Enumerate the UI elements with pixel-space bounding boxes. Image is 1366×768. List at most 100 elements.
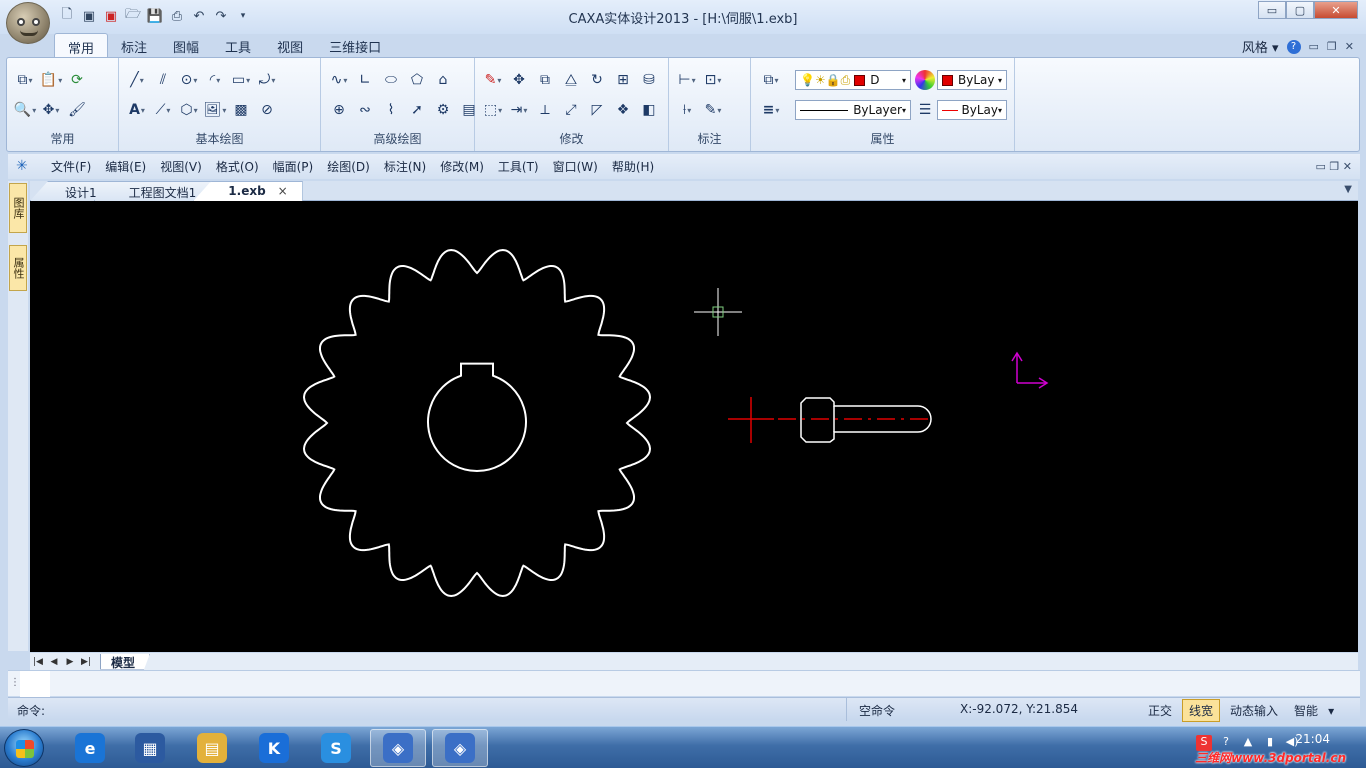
start-button[interactable] [4, 729, 44, 767]
copy-move-icon[interactable]: ⧉ [535, 70, 555, 90]
spline-icon[interactable]: ∿ [329, 70, 349, 90]
hatch-icon[interactable]: ▩ [231, 100, 251, 120]
ribbon-restore-icon[interactable]: ❐ [1327, 40, 1337, 53]
layer-manager-icon[interactable]: ⧉ [761, 70, 781, 90]
move-icon[interactable]: ✥ [509, 70, 529, 90]
polyline-icon[interactable]: ⤾ [257, 70, 277, 90]
mode-toggle-0[interactable]: 正交 [1142, 700, 1178, 721]
maximize-button[interactable]: ▢ [1286, 1, 1314, 19]
block-icon[interactable]: ⬡ [179, 100, 199, 120]
menu-item-3[interactable]: 格式(O) [209, 158, 266, 175]
help-icon[interactable]: ? [1286, 39, 1301, 54]
stretch-icon[interactable]: ⛁ [639, 70, 659, 90]
extend-icon[interactable]: ⇥ [509, 100, 529, 120]
doc-window-controls[interactable]: ▭ ❐ ✕ [1316, 160, 1352, 173]
ellipse-icon[interactable]: ⬭ [381, 70, 401, 90]
annotation-edit-icon[interactable]: ✎ [703, 100, 723, 120]
status-menu-icon[interactable]: ▾ [1328, 704, 1334, 718]
menu-item-9[interactable]: 窗口(W) [546, 158, 605, 175]
lineweight-icon[interactable]: ≡ [761, 100, 781, 120]
menu-item-0[interactable]: 文件(F) [44, 158, 98, 175]
taskbar-app-sogou[interactable]: S [308, 729, 364, 767]
next-sheet-icon[interactable]: ▶ [62, 657, 78, 667]
arc-icon[interactable]: ◜ [205, 70, 225, 90]
erase-icon[interactable]: ⊘ [257, 100, 277, 120]
tolerance-icon[interactable]: ⟊ [677, 100, 697, 120]
taskbar-app-media-player[interactable]: ▦ [122, 729, 178, 767]
datum-icon[interactable]: ⊡ [703, 70, 723, 90]
circle-icon[interactable]: ⊙ [179, 70, 199, 90]
copy-icon[interactable]: ⧉ [15, 70, 35, 90]
shape-icon[interactable]: ⌂ [433, 70, 453, 90]
ribbon-tab-4[interactable]: 视图 [264, 33, 316, 57]
menu-item-10[interactable]: 帮助(H) [605, 158, 661, 175]
angle-line-icon[interactable]: ∟ [355, 70, 375, 90]
close-button[interactable]: ✕ [1314, 1, 1358, 19]
paste-icon[interactable]: 📋 [40, 70, 61, 90]
ribbon-tab-3[interactable]: 工具 [212, 33, 264, 57]
color-select[interactable]: ByLay ▾ [937, 70, 1007, 90]
pan-icon[interactable]: ✥ [41, 100, 61, 120]
gear-icon[interactable]: ⚙ [433, 100, 453, 120]
taskbar-app-internet-explorer[interactable]: e [62, 729, 118, 767]
hole-icon[interactable]: ⊕ [329, 100, 349, 120]
menu-item-8[interactable]: 工具(T) [491, 158, 546, 175]
ribbon-close-icon[interactable]: ✕ [1345, 40, 1354, 53]
ribbon-tab-0[interactable]: 常用 [54, 33, 109, 57]
image-icon[interactable]: 🖼 [204, 100, 225, 120]
scale-icon[interactable]: ⤢ [561, 100, 581, 120]
trim-icon[interactable]: ✎ [483, 70, 503, 90]
mirror-icon[interactable]: ⧋ [561, 70, 581, 90]
break-line-icon[interactable]: ⌇ [381, 100, 401, 120]
centerline-icon[interactable]: ⟋ [153, 100, 173, 120]
taskbar-app-kugou[interactable]: K [246, 729, 302, 767]
menu-item-7[interactable]: 修改(M) [433, 158, 491, 175]
linetype-select[interactable]: ByLayer ▾ [795, 100, 911, 120]
menu-item-6[interactable]: 标注(N) [377, 158, 433, 175]
vertical-scrollbar[interactable] [1358, 201, 1366, 652]
side-tab-properties[interactable]: 属性 [9, 245, 27, 291]
rotate-icon[interactable]: ↻ [587, 70, 607, 90]
text-icon[interactable]: A [127, 100, 147, 120]
rectangle-icon[interactable]: ▭ [231, 70, 251, 90]
menu-logo-icon[interactable]: ✳ [16, 158, 34, 176]
line-icon[interactable]: ╱ [127, 70, 147, 90]
mode-toggle-3[interactable]: 智能 [1288, 700, 1324, 721]
sheet-tab-model[interactable]: 模型 [100, 653, 151, 670]
layer-select[interactable]: 💡☀🔒⎙ D ▾ [795, 70, 911, 90]
refresh-icon[interactable]: ⟳ [67, 70, 87, 90]
ribbon-minimize-icon[interactable]: ▭ [1309, 40, 1319, 53]
dimension-icon[interactable]: ⊢ [677, 70, 697, 90]
ribbon-tab-5[interactable]: 三维接口 [316, 33, 394, 57]
taskbar-app-file-explorer[interactable]: ▤ [184, 729, 240, 767]
last-sheet-icon[interactable]: ▶| [78, 657, 94, 667]
mode-toggle-2[interactable]: 动态输入 [1224, 700, 1284, 721]
doc-tab-1[interactable]: 工程图文档1 [93, 181, 212, 201]
wave-icon[interactable]: ∾ [355, 100, 375, 120]
first-sheet-icon[interactable]: |◀ [30, 657, 46, 667]
mode-toggle-1[interactable]: 线宽 [1182, 699, 1221, 722]
menu-item-5[interactable]: 绘图(D) [320, 158, 377, 175]
chamfer-icon[interactable]: ◸ [587, 100, 607, 120]
doc-tab-2[interactable]: 1.exb × [193, 181, 303, 201]
zoom-icon[interactable]: 🔍 [14, 100, 35, 120]
app-logo[interactable] [6, 2, 50, 44]
taskbar-app-caxa-2[interactable]: ◈ [432, 729, 488, 767]
lineweight-select[interactable]: ByLay ▾ [937, 100, 1007, 120]
ribbon-tab-1[interactable]: 标注 [108, 33, 160, 57]
color-wheel-icon[interactable] [915, 70, 935, 90]
array-icon[interactable]: ⊞ [613, 70, 633, 90]
prev-sheet-icon[interactable]: ◀ [46, 657, 62, 667]
explode-icon[interactable]: ❖ [613, 100, 633, 120]
grip-icon[interactable]: ⋮ [10, 677, 20, 688]
ribbon-tab-2[interactable]: 图幅 [160, 33, 212, 57]
menu-item-1[interactable]: 编辑(E) [98, 158, 153, 175]
tab-list-dropdown-icon[interactable]: ▼ [1344, 184, 1352, 195]
style-dropdown[interactable]: 风格 ▾ [1242, 37, 1279, 56]
minimize-button[interactable]: ▭ [1258, 1, 1286, 19]
close-tab-icon[interactable]: × [278, 184, 288, 198]
menu-item-4[interactable]: 幅面(P) [266, 158, 321, 175]
format-brush-icon[interactable]: 🖌 [67, 100, 87, 120]
arrow-icon[interactable]: ➚ [407, 100, 427, 120]
break-icon[interactable]: ⟂ [535, 100, 555, 120]
